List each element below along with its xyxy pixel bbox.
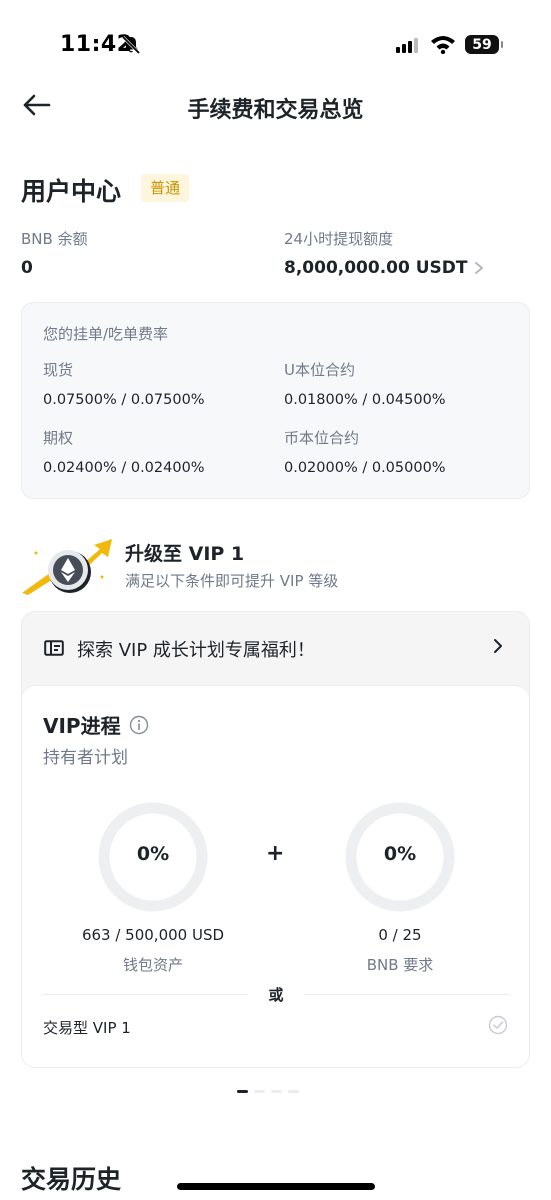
vip-progress-title: VIP进程: [43, 710, 149, 739]
pager-dot[interactable]: [288, 1090, 299, 1093]
fee-value: 0.02400% / 0.02400%: [43, 460, 205, 476]
or-divider: 或: [43, 984, 509, 1004]
withdraw-limit-link[interactable]: 8,000,000.00 USDT: [284, 258, 484, 278]
trading-vip-label: 交易型 VIP 1: [43, 1019, 131, 1037]
vip-progress-label: VIP进程: [43, 714, 121, 738]
bnb-requirement-label: BNB 要求: [366, 956, 434, 974]
cellular-signal-icon: [396, 38, 418, 53]
pager-dot[interactable]: [254, 1090, 265, 1093]
explore-vip-text: 探索 VIP 成长计划专属福利！: [77, 640, 315, 661]
info-icon[interactable]: [129, 715, 149, 735]
fee-label: U本位合约: [284, 361, 355, 379]
fee-usdm-futures: U本位合约 0.01800% / 0.04500%: [284, 359, 446, 408]
chevron-right-icon: [474, 262, 483, 274]
bell-off-icon: [121, 35, 141, 55]
chevron-right-icon: [494, 639, 502, 653]
divider-line: [304, 994, 509, 995]
bnb-requirement-value: 0 / 25: [378, 926, 422, 944]
upgrade-subtitle: 满足以下条件即可提升 VIP 等级: [125, 572, 339, 590]
bnb-percent: 0%: [383, 843, 417, 865]
upgrade-coin-arrow-icon: [22, 539, 112, 595]
upgrade-title: 升级至 VIP 1: [125, 543, 245, 565]
upgrade-section: 升级至 VIP 1 满足以下条件即可提升 VIP 等级: [20, 535, 530, 605]
fee-coinm-futures: 币本位合约 0.02000% / 0.05000%: [284, 427, 446, 476]
vip-progress-panel: VIP进程 持有者计划 0% + 0% 663 / 500,000 USD 钱包: [22, 685, 529, 1067]
explore-vip-benefits-link[interactable]: 探索 VIP 成长计划专属福利！: [22, 612, 529, 684]
user-center-title: 用户中心: [21, 177, 122, 206]
home-indicator: [177, 1183, 375, 1190]
wifi-icon: [431, 36, 455, 54]
fee-value: 0.01800% / 0.04500%: [284, 392, 446, 408]
fee-options: 期权 0.02400% / 0.02400%: [43, 427, 205, 476]
pager-dot[interactable]: [271, 1090, 282, 1093]
wallet-percent: 0%: [136, 843, 170, 865]
battery-icon: 59: [465, 35, 503, 54]
wallet-asset-value: 663 / 500,000 USD: [81, 926, 225, 944]
wallet-asset-label: 钱包资产: [122, 956, 183, 974]
withdraw-limit-label: 24小时提现额度: [284, 230, 394, 248]
trade-history-title: 交易历史: [21, 1165, 122, 1194]
user-level-badge: 普通: [141, 174, 190, 202]
carousel-pager: [237, 1090, 299, 1093]
wallet-progress-ring: 0%: [97, 801, 209, 913]
bnb-balance-label: BNB 余额: [21, 230, 88, 248]
ticket-icon: [44, 640, 64, 656]
fee-spot: 现货 0.07500% / 0.07500%: [43, 359, 205, 408]
fee-rate-header: 您的挂单/吃单费率: [43, 325, 169, 343]
bnb-balance-value: 0: [21, 258, 33, 278]
fee-label: 期权: [43, 429, 74, 447]
page-title: 手续费和交易总览: [187, 98, 364, 123]
vip-card: 探索 VIP 成长计划专属福利！ VIP进程 持有者计划 0% + 0% 663…: [21, 611, 530, 1068]
nav-header: 手续费和交易总览: [0, 80, 551, 130]
fee-value: 0.07500% / 0.07500%: [43, 392, 205, 408]
fee-label: 现货: [43, 361, 74, 379]
pager-dot[interactable]: [237, 1090, 248, 1093]
vip-plan-name: 持有者计划: [43, 748, 128, 768]
fee-label: 币本位合约: [284, 429, 360, 447]
check-circle-icon: [488, 1015, 508, 1035]
fee-value: 0.02000% / 0.05000%: [284, 460, 446, 476]
plus-sign: +: [266, 841, 285, 866]
bnb-progress-ring: 0%: [344, 801, 456, 913]
status-bar: 11:42 59: [0, 0, 551, 90]
fee-rate-card: 您的挂单/吃单费率 现货 0.07500% / 0.07500% U本位合约 0…: [21, 302, 530, 499]
withdraw-limit-value: 8,000,000.00 USDT: [284, 258, 468, 278]
